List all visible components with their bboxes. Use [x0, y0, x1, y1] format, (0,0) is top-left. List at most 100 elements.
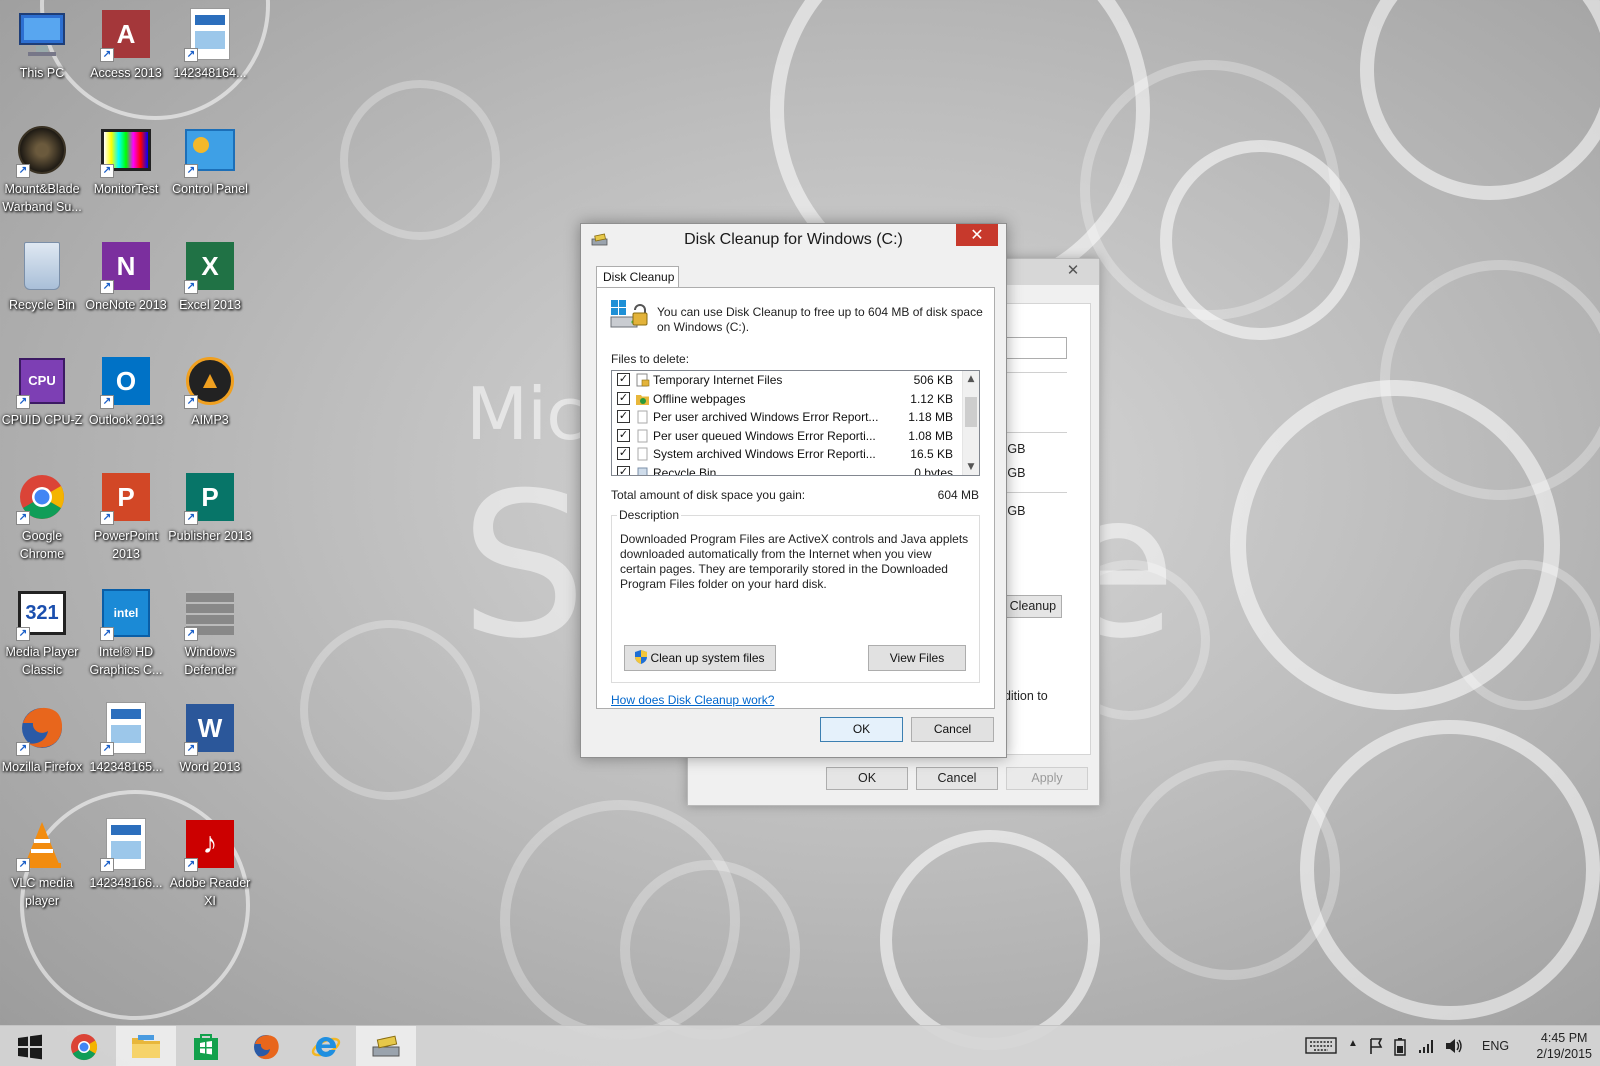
- file-checkbox[interactable]: ✓: [617, 428, 630, 442]
- file-name: Offline webpages: [653, 391, 746, 406]
- taskbar-internet-explorer[interactable]: [296, 1026, 356, 1066]
- taskbar-file-explorer[interactable]: [116, 1026, 176, 1066]
- desktop-icon-word[interactable]: W ↗ Word 2013: [166, 700, 254, 776]
- shortcut-arrow-icon: ↗: [100, 858, 114, 872]
- view-files-button[interactable]: View Files: [868, 645, 966, 671]
- store-icon: [194, 1033, 218, 1060]
- taskbar-store[interactable]: [176, 1026, 236, 1066]
- action-center-icon[interactable]: [1368, 1037, 1384, 1057]
- dialog-titlebar[interactable]: Disk Cleanup for Windows (C:) ✕: [581, 224, 1006, 256]
- desktop-icon-chrome[interactable]: ↗ Google Chrome: [0, 469, 86, 563]
- touch-keyboard-button[interactable]: [1305, 1036, 1337, 1056]
- taskbar-firefox[interactable]: [236, 1026, 296, 1066]
- shortcut-arrow-icon: ↗: [184, 395, 198, 409]
- file-checkbox[interactable]: ✓: [617, 373, 630, 386]
- file-rows: ✓ Temporary Internet Files 506 KB ✓ Offline …: [612, 371, 979, 475]
- show-hidden-icons-button[interactable]: ▲: [1348, 1038, 1358, 1058]
- how-disk-cleanup-works-link[interactable]: How does Disk Cleanup work?: [611, 693, 774, 707]
- aimp-icon: ▲ ↗: [182, 353, 238, 409]
- desktop-icon-firefox[interactable]: ↗ Mozilla Firefox: [0, 700, 86, 776]
- desktop-icon-excel[interactable]: X ↗ Excel 2013: [166, 238, 254, 314]
- start-button[interactable]: [0, 1026, 60, 1066]
- cancel-button[interactable]: Cancel: [911, 717, 994, 742]
- file-row[interactable]: ✓ Per user archived Windows Error Report.…: [612, 408, 979, 427]
- files-to-delete-list[interactable]: ✓ Temporary Internet Files 506 KB ✓ Offline …: [611, 370, 980, 476]
- file-checkbox[interactable]: ✓: [617, 410, 630, 423]
- file-row[interactable]: ✓ Temporary Internet Files 506 KB: [612, 371, 979, 390]
- desktop-icon-intel-graphics[interactable]: intel ↗ Intel® HD Graphics C...: [82, 585, 170, 679]
- ok-button[interactable]: OK: [820, 717, 903, 742]
- scroll-down-arrow-icon[interactable]: ▼: [963, 459, 979, 475]
- properties-divider: [997, 492, 1067, 493]
- lock-page-icon: [635, 373, 650, 387]
- clean-up-system-files-button[interactable]: Clean up system files: [624, 645, 776, 671]
- desktop-icon-document-image[interactable]: ↗ 142348166...: [82, 816, 170, 892]
- properties-close-button[interactable]: ✕: [1053, 260, 1093, 282]
- properties-name-field[interactable]: [997, 337, 1067, 359]
- desktop-icon-publisher[interactable]: P ↗ Publisher 2013: [166, 469, 254, 545]
- desktop-icon-label: 142348165...: [89, 760, 163, 774]
- disk-cleanup-dialog[interactable]: Disk Cleanup for Windows (C:) ✕ Disk Cle…: [580, 223, 1007, 758]
- file-checkbox[interactable]: ✓: [617, 391, 630, 405]
- file-row[interactable]: ✓ System archived Windows Error Reporti..…: [612, 445, 979, 464]
- desktop-icon-vlc[interactable]: ↗ VLC media player: [0, 816, 86, 910]
- taskbar-chrome[interactable]: [54, 1026, 114, 1066]
- document-image-icon: ↗: [98, 700, 154, 756]
- onenote-icon: N ↗: [98, 238, 154, 294]
- desktop-icon-label: Control Panel: [172, 182, 248, 196]
- desktop-icon-label: Google Chrome: [19, 529, 65, 561]
- desktop-icon-access[interactable]: A ↗ Access 2013: [82, 6, 170, 82]
- desktop-icon-aimp[interactable]: ▲ ↗ AIMP3: [166, 353, 254, 429]
- hard-drive-lock-icon: [610, 300, 648, 328]
- desktop-icon-cpuz[interactable]: CPU ↗ CPUID CPU-Z: [0, 353, 86, 429]
- desktop-icon-adobe-reader[interactable]: ♪ ↗ Adobe Reader XI: [166, 816, 254, 910]
- blank-page-icon: [635, 410, 650, 424]
- desktop-icon-monitortest[interactable]: ↗ MonitorTest: [82, 122, 170, 198]
- desktop-icon-onenote[interactable]: N ↗ OneNote 2013: [82, 238, 170, 314]
- desktop-icon-mpc[interactable]: 321 ↗ Media Player Classic: [0, 585, 86, 679]
- computer-icon: [14, 6, 70, 62]
- desktop-icon-label: VLC media player: [11, 876, 73, 908]
- file-size: 1.12 KB: [910, 391, 953, 406]
- desktop-icon-mountblade[interactable]: ↗ Mount&Blade Warband Su...: [0, 122, 86, 216]
- network-signal-icon[interactable]: [1417, 1037, 1435, 1057]
- dialog-title: Disk Cleanup for Windows (C:): [684, 231, 903, 248]
- desktop-icon-document-image[interactable]: ↗ 142348165...: [82, 700, 170, 776]
- total-space-value: 604 MB: [937, 488, 979, 502]
- tab-disk-cleanup[interactable]: Disk Cleanup: [596, 266, 679, 288]
- file-row[interactable]: ✓ Recycle Bin 0 bytes: [612, 464, 979, 475]
- desktop-icon-recycle-bin[interactable]: Recycle Bin: [0, 238, 86, 314]
- volume-icon[interactable]: [1444, 1037, 1464, 1057]
- dialog-close-button[interactable]: ✕: [956, 224, 998, 246]
- clock-time: 4:45 PM: [1540, 1031, 1588, 1045]
- taskbar: ▲ ENG 4:45 PM 2/19/2015: [0, 1025, 1600, 1066]
- desktop-icon-outlook[interactable]: O ↗ Outlook 2013: [82, 353, 170, 429]
- shortcut-arrow-icon: ↗: [184, 742, 198, 756]
- desktop-icon-defender[interactable]: ↗ Windows Defender: [166, 585, 254, 679]
- monitortest-icon: ↗: [98, 122, 154, 178]
- battery-icon[interactable]: [1393, 1037, 1407, 1057]
- file-row[interactable]: ✓ Per user queued Windows Error Reporti..…: [612, 427, 979, 446]
- file-checkbox[interactable]: ✓: [617, 447, 630, 460]
- chrome-icon: [71, 1033, 98, 1060]
- desktop-icon-label: MonitorTest: [93, 182, 159, 196]
- shortcut-arrow-icon: ↗: [100, 48, 114, 62]
- taskbar-disk-cleanup[interactable]: [356, 1026, 416, 1066]
- properties-cancel-button[interactable]: Cancel: [916, 767, 998, 790]
- desktop-icon-powerpoint[interactable]: P ↗ PowerPoint 2013: [82, 469, 170, 563]
- desktop-icon-document-image[interactable]: ↗ 142348164...: [166, 6, 254, 82]
- taskbar-clock[interactable]: 4:45 PM 2/19/2015: [1536, 1030, 1592, 1062]
- scroll-thumb[interactable]: [965, 397, 977, 427]
- file-row[interactable]: ✓ Offline webpages 1.12 KB: [612, 390, 979, 409]
- properties-apply-button[interactable]: Apply: [1006, 767, 1088, 790]
- file-checkbox[interactable]: ✓: [617, 465, 630, 475]
- scroll-up-arrow-icon[interactable]: ▲: [963, 371, 979, 387]
- input-language-indicator[interactable]: ENG: [1482, 1039, 1509, 1059]
- properties-ok-button[interactable]: OK: [826, 767, 908, 790]
- file-list-scrollbar[interactable]: ▲ ▼: [962, 371, 979, 475]
- desktop-icon-computer[interactable]: This PC: [0, 6, 86, 82]
- shortcut-arrow-icon: ↗: [184, 164, 198, 178]
- access-icon: A ↗: [98, 6, 154, 62]
- desktop-icon-label: Excel 2013: [179, 298, 241, 312]
- desktop-icon-control-panel[interactable]: ↗ Control Panel: [166, 122, 254, 198]
